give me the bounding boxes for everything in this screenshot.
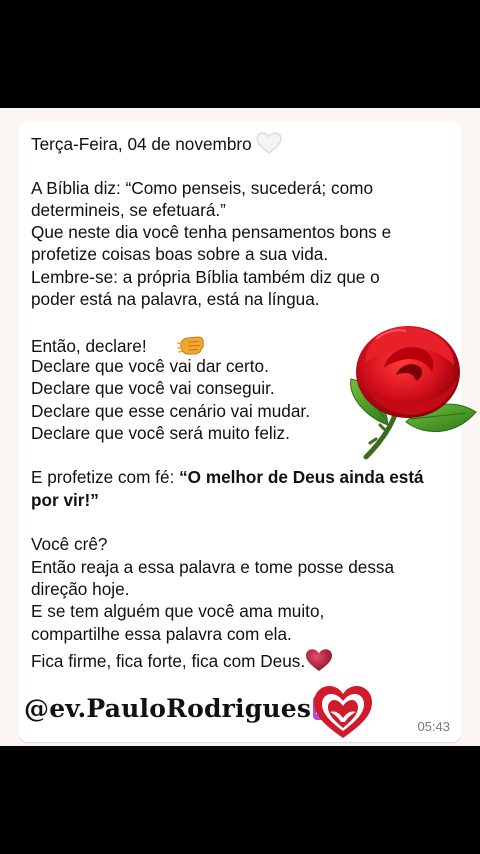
paragraph-line: direção hoje.: [31, 578, 130, 599]
paragraph-line: Lembre-se: a própria Bíblia também diz q…: [31, 266, 380, 287]
message-bubble[interactable]: Terça-Feira, 04 de novembro A Bíblia diz…: [18, 122, 477, 742]
paragraph-line: compartilhe essa palavra com ela.: [31, 623, 292, 644]
chat-background: Terça-Feira, 04 de novembro A Bíblia diz…: [0, 108, 480, 746]
prophesy-bold: “O melhor de Deus ainda está: [179, 467, 424, 488]
watermark-handle: @ev.PauloRodrigues: [24, 694, 338, 723]
paragraph-line: E se tem alguém que você ama muito,: [31, 601, 325, 622]
prophesy-line: E profetize com fé: “O melhor de Deus ai…: [31, 467, 424, 488]
paragraph-line: poder está na palavra, está na língua.: [31, 289, 320, 310]
paragraph-line: determineis, se efetuará.”: [31, 199, 226, 220]
paragraph-line: A Bíblia diz: “Como penseis, sucederá; c…: [31, 177, 374, 198]
white-heart-icon: [256, 132, 283, 159]
date-line: Terça-Feira, 04 de novembro: [31, 132, 451, 154]
red-heart-icon: [305, 648, 333, 677]
paragraph-line: Que neste dia você tenha pensamentos bon…: [31, 222, 392, 243]
prophesy-bold: por vir!”: [31, 489, 99, 510]
red-rose-image: [350, 326, 477, 460]
paragraph-line: Você crê?: [31, 534, 108, 555]
message-time: 05:43: [417, 719, 450, 734]
paragraph-line: Então reaja a essa palavra e tome posse …: [31, 556, 395, 577]
heart-dove-logo: [314, 686, 372, 738]
paragraph-line: profetize coisas boas sobre a sua vida.: [31, 244, 329, 265]
prophesy-line: por vir!”: [31, 489, 451, 511]
closing-line: Fica firme, fica forte, fica com Deus.: [31, 648, 451, 671]
